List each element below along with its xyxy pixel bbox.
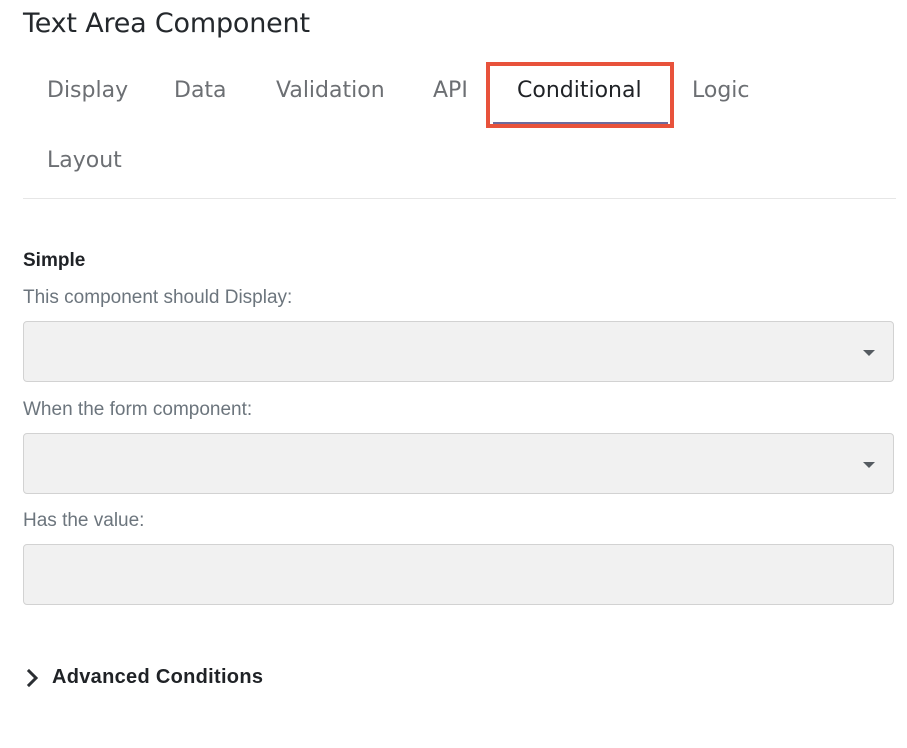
tab-logic[interactable]: Logic <box>692 78 750 103</box>
caret-down-icon <box>863 350 875 356</box>
caret-down-icon <box>863 462 875 468</box>
chevron-right-icon <box>26 668 39 687</box>
highlight-annotation <box>486 62 674 128</box>
simple-section-heading: Simple <box>23 250 86 271</box>
when-component-select[interactable] <box>23 433 894 494</box>
tab-api[interactable]: API <box>433 78 468 103</box>
value-field-label: Has the value: <box>23 510 145 531</box>
tab-display[interactable]: Display <box>47 78 128 103</box>
display-select-label: This component should Display: <box>23 287 293 308</box>
tab-bar: Display Data Validation API Conditional … <box>23 60 896 199</box>
has-value-input[interactable] <box>23 544 894 605</box>
display-select[interactable] <box>23 321 894 382</box>
advanced-conditions-label: Advanced Conditions <box>52 666 264 688</box>
tab-validation[interactable]: Validation <box>276 78 385 103</box>
when-select-label: When the form component: <box>23 399 253 420</box>
advanced-conditions-toggle[interactable]: Advanced Conditions <box>23 666 263 689</box>
tab-layout[interactable]: Layout <box>47 148 122 173</box>
tab-data[interactable]: Data <box>174 78 227 103</box>
page-title: Text Area Component <box>23 8 310 39</box>
